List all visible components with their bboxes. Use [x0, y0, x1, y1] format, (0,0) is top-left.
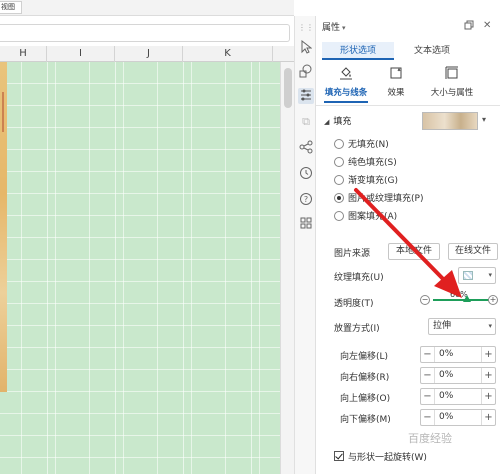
- radio-solid-fill[interactable]: 纯色填充(S): [334, 155, 397, 168]
- ribbon-tab-label[interactable]: 视图: [0, 1, 22, 14]
- plus-button[interactable]: +: [481, 389, 495, 404]
- rotate-with-shape-checkbox[interactable]: [334, 451, 344, 461]
- chevron-down-icon: ▾: [488, 322, 492, 330]
- inserted-picture-edge[interactable]: [0, 62, 7, 392]
- subtab-fill-line[interactable]: 填充与线条: [322, 64, 370, 103]
- size-icon: [444, 66, 460, 80]
- divider: [316, 105, 500, 106]
- scrollbar-thumb[interactable]: [284, 68, 292, 108]
- side-tool-strip: ⋮⋮ ⧉ ?: [294, 16, 316, 474]
- fill-dropdown-caret-icon[interactable]: ▾: [482, 115, 486, 124]
- placement-dropdown[interactable]: 拉伸 ▾: [428, 318, 496, 335]
- title-caret-icon: ▾: [342, 24, 346, 32]
- radio-picture-texture-fill[interactable]: 图片或纹理填充(P): [334, 191, 423, 204]
- plus-button[interactable]: +: [481, 410, 495, 425]
- spreadsheet-area: H I J K: [0, 46, 294, 474]
- svg-text:?: ?: [304, 195, 308, 204]
- apps-grid-icon[interactable]: [298, 216, 314, 232]
- radio-button[interactable]: [334, 211, 344, 221]
- placement-label: 放置方式(I): [334, 324, 380, 334]
- offset-left-label: 向左偏移(L): [340, 352, 389, 362]
- fill-bucket-icon: [338, 66, 354, 80]
- plus-button[interactable]: +: [481, 368, 495, 383]
- option-tabs: 形状选项 文本选项: [322, 42, 494, 60]
- offset-bottom-stepper[interactable]: −0% +: [420, 409, 496, 426]
- help-icon[interactable]: ?: [298, 192, 314, 208]
- offset-left-stepper[interactable]: −0% +: [420, 346, 496, 363]
- shape-icon[interactable]: [298, 64, 314, 80]
- ribbon-strip: 视图: [0, 0, 294, 16]
- subtab-effects[interactable]: 效果: [378, 64, 414, 102]
- cell-grid[interactable]: [0, 62, 294, 474]
- tab-text-options[interactable]: 文本选项: [396, 42, 468, 60]
- column-header-i[interactable]: I: [47, 46, 115, 62]
- transparency-label: 透明度(T): [334, 299, 374, 309]
- close-icon[interactable]: ✕: [483, 20, 491, 31]
- radio-no-fill[interactable]: 无填充(N): [334, 137, 389, 150]
- offset-top-label: 向上偏移(O): [340, 394, 391, 404]
- plus-button[interactable]: +: [481, 347, 495, 362]
- properties-icon[interactable]: [298, 88, 314, 104]
- panel-title[interactable]: 属性 ▾: [322, 20, 346, 33]
- picture-source-label: 图片来源: [334, 249, 371, 259]
- local-file-button[interactable]: 本地文件: [388, 243, 440, 260]
- watermark-logo: 百度经验: [408, 432, 452, 445]
- transparency-increase-button[interactable]: +: [488, 295, 498, 305]
- effects-icon: [388, 66, 404, 80]
- column-header-k[interactable]: K: [183, 46, 273, 62]
- radio-gradient-fill[interactable]: 渐变填充(G): [334, 173, 398, 186]
- vertical-scrollbar[interactable]: [280, 62, 294, 474]
- radio-button-checked[interactable]: [334, 193, 344, 203]
- radio-button[interactable]: [334, 175, 344, 185]
- collapse-triangle-icon: ◢: [324, 118, 330, 126]
- property-subtabs: 填充与线条 效果 大小与属性: [322, 64, 494, 103]
- minus-button[interactable]: −: [421, 389, 435, 404]
- minus-button[interactable]: −: [421, 347, 435, 362]
- history-icon[interactable]: [298, 166, 314, 182]
- radio-button[interactable]: [334, 139, 344, 149]
- online-file-button[interactable]: 在线文件: [448, 243, 498, 260]
- subtab-size-properties[interactable]: 大小与属性: [424, 64, 480, 102]
- formula-bar[interactable]: [0, 24, 290, 42]
- offset-right-label: 向右偏移(R): [340, 373, 390, 383]
- rotate-with-shape-label: 与形状一起旋转(W): [348, 453, 427, 463]
- minus-button[interactable]: −: [421, 368, 435, 383]
- minus-button[interactable]: −: [421, 410, 435, 425]
- radio-pattern-fill[interactable]: 图案填充(A): [334, 209, 397, 222]
- property-panel: 属性 ▾ ✕ 形状选项 文本选项 填充与线条 效果 大小与属性 ◢ 填充 ▾ 无…: [316, 16, 500, 474]
- slider-thumb[interactable]: [462, 295, 471, 302]
- offset-top-stepper[interactable]: −0% +: [420, 388, 496, 405]
- offset-bottom-label: 向下偏移(M): [340, 415, 391, 425]
- fill-section-header[interactable]: ◢ 填充: [324, 114, 351, 127]
- crop-icon[interactable]: ⧉: [298, 114, 314, 130]
- texture-swatch-icon: [463, 271, 473, 280]
- radio-button[interactable]: [334, 157, 344, 167]
- handle-icon: ⋮⋮: [298, 23, 314, 32]
- restore-icon[interactable]: [464, 20, 474, 33]
- chevron-down-icon: ▾: [488, 271, 492, 279]
- fill-preview-swatch[interactable]: [422, 112, 478, 130]
- column-header-j[interactable]: J: [115, 46, 183, 62]
- offset-right-stepper[interactable]: −0% +: [420, 367, 496, 384]
- texture-dropdown[interactable]: ▾: [458, 267, 496, 284]
- column-header-row: H I J K: [0, 46, 294, 62]
- texture-fill-label: 纹理填充(U): [334, 273, 384, 283]
- column-header-h[interactable]: H: [0, 46, 47, 62]
- transparency-slider[interactable]: [433, 295, 489, 302]
- transparency-decrease-button[interactable]: −: [420, 295, 430, 305]
- tab-shape-options[interactable]: 形状选项: [322, 42, 394, 60]
- share-icon[interactable]: [298, 140, 314, 156]
- select-cursor-icon[interactable]: [298, 39, 314, 56]
